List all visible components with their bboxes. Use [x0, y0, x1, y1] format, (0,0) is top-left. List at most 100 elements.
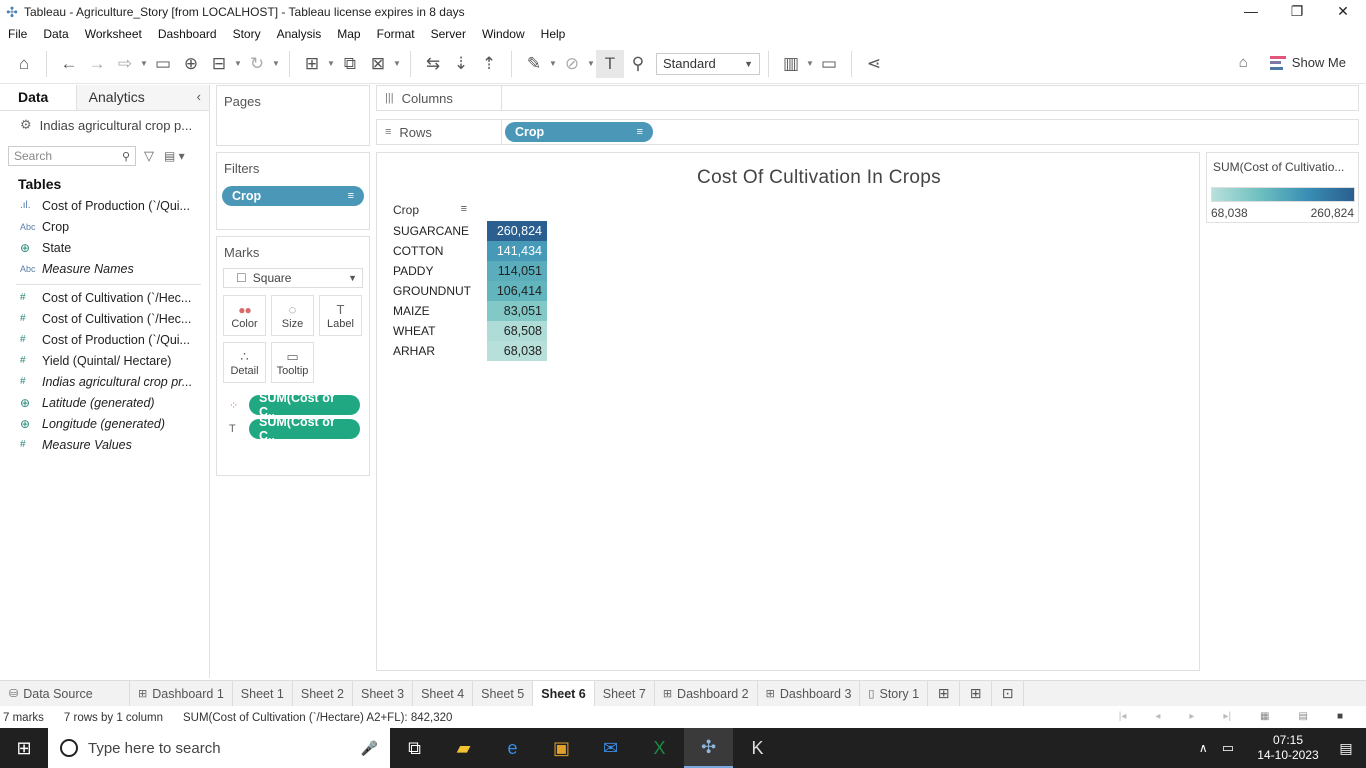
menu-map[interactable]: Map	[329, 27, 368, 41]
chevron-down-icon[interactable]: ▼	[586, 59, 596, 68]
task-view-icon[interactable]: ⧉	[390, 728, 439, 768]
save-icon[interactable]: ▭	[149, 50, 177, 78]
tooltip-button[interactable]: ▭ Tooltip	[271, 342, 314, 383]
last-page-icon[interactable]: ▸|	[1223, 711, 1231, 722]
sheet-tab[interactable]: ⊞ Dashboard 3	[758, 681, 861, 706]
close-button[interactable]: ✕	[1320, 0, 1366, 23]
data-source-item[interactable]: ⚙ Indias agricultural crop p...	[0, 111, 209, 139]
microphone-icon[interactable]: 🎤	[361, 740, 378, 757]
show-labels-icon[interactable]: T	[596, 49, 624, 78]
field-item[interactable]: Abc Crop	[0, 216, 209, 237]
notifications-icon[interactable]: ▤	[1326, 740, 1366, 757]
sheet-tab[interactable]: Sheet 4	[413, 681, 474, 706]
taskbar-clock[interactable]: 07:15 14-10-2023	[1250, 733, 1326, 763]
field-search-input[interactable]: Search ⚲	[8, 146, 136, 166]
sort-ascending-icon[interactable]: ⇣	[447, 50, 475, 78]
heatmap-cell[interactable]: 68,038	[487, 341, 547, 361]
highlighter-icon[interactable]: ⌂	[1239, 54, 1248, 71]
prev-page-icon[interactable]: ◂	[1155, 711, 1160, 722]
new-dashboard-icon[interactable]: ⊞	[960, 681, 993, 706]
chevron-down-icon[interactable]: ▼	[805, 59, 815, 68]
filter-pill-crop[interactable]: Crop ≡	[222, 186, 364, 206]
mail-icon[interactable]: ✉	[586, 728, 635, 768]
field-item[interactable]: # Cost of Cultivation (`/Hec...	[0, 308, 209, 329]
rows-shelf[interactable]: ≡ Rows Crop ≡	[376, 119, 1359, 145]
tableau-taskbar-icon[interactable]: ✣	[684, 728, 733, 768]
replay-icon[interactable]: ⇨	[111, 50, 139, 78]
sheet-tab[interactable]: ⊞ Dashboard 2	[655, 681, 758, 706]
app-taskbar-icon[interactable]: K	[733, 728, 782, 768]
field-item[interactable]: # Measure Values	[0, 434, 209, 455]
field-item[interactable]: # Cost of Production (`/Qui...	[0, 329, 209, 350]
fit-select[interactable]: Standard ▼	[656, 52, 760, 75]
row-label[interactable]: COTTON	[393, 241, 471, 261]
field-item[interactable]: ⊕ Longitude (generated)	[0, 413, 209, 434]
pages-card[interactable]: Pages	[216, 85, 370, 146]
row-label[interactable]: ARHAR	[393, 341, 471, 361]
swap-rows-columns-icon[interactable]: ⇆	[419, 50, 447, 78]
menu-worksheet[interactable]: Worksheet	[77, 27, 150, 41]
row-label[interactable]: PADDY	[393, 261, 471, 281]
duplicate-sheet-icon[interactable]: ⧉	[336, 50, 364, 78]
edge-icon[interactable]: e	[488, 728, 537, 768]
pause-updates-icon[interactable]: ⊟	[205, 50, 233, 78]
label-button[interactable]: T Label	[319, 295, 362, 336]
menu-help[interactable]: Help	[533, 27, 574, 41]
field-item[interactable]: Abc Measure Names	[0, 258, 209, 279]
chevron-down-icon[interactable]: ▼	[271, 59, 281, 68]
chevron-down-icon[interactable]: ▼	[233, 59, 243, 68]
chevron-down-icon[interactable]: ▼	[392, 59, 402, 68]
sheet-tab[interactable]: Sheet 1	[233, 681, 293, 706]
store-icon[interactable]: ▣	[537, 728, 586, 768]
show-me-button[interactable]: ⌂ Show Me	[1239, 54, 1346, 71]
sheet-tab[interactable]: ▯ Story 1	[860, 681, 929, 706]
heatmap-cell[interactable]: 68,508	[487, 321, 547, 341]
restore-button[interactable]: ❐	[1274, 0, 1320, 23]
sheet-tab[interactable]: Sheet 6	[533, 681, 595, 706]
menu-data[interactable]: Data	[35, 27, 76, 41]
collapse-pane-icon[interactable]: ‹	[197, 89, 201, 104]
group-icon[interactable]: ⊘	[558, 50, 586, 78]
field-item[interactable]: # Cost of Cultivation (`/Hec...	[0, 287, 209, 308]
sheet-tab[interactable]: ⛁ Data Source	[0, 681, 130, 706]
sheet-tab[interactable]: Sheet 3	[353, 681, 414, 706]
row-label[interactable]: GROUNDNUT	[393, 281, 471, 301]
color-field-pill[interactable]: SUM(Cost of C..	[249, 391, 360, 419]
next-page-icon[interactable]: ▸	[1189, 711, 1194, 722]
windows-start-icon[interactable]: ⊞	[0, 728, 48, 768]
first-page-icon[interactable]: |◂	[1119, 711, 1127, 722]
tab-analytics[interactable]: Analytics	[76, 85, 209, 110]
new-worksheet-icon[interactable]: ⊞	[928, 681, 961, 706]
undo-icon[interactable]: ←	[55, 50, 83, 78]
grid-view-icon[interactable]: ▦	[1260, 711, 1269, 722]
row-label[interactable]: SUGARCANE	[393, 221, 471, 241]
sheet-tab[interactable]: ⊞ Dashboard 1	[130, 681, 233, 706]
filmstrip-view-icon[interactable]: ▤	[1299, 711, 1308, 722]
sheet-tab[interactable]: Sheet 5	[473, 681, 534, 706]
color-button[interactable]: ●● Color	[223, 295, 266, 336]
battery-icon[interactable]: ▭	[1222, 740, 1234, 756]
minimize-button[interactable]: —	[1228, 0, 1274, 23]
menu-analysis[interactable]: Analysis	[269, 27, 330, 41]
show-cards-icon[interactable]: ▥	[777, 50, 805, 78]
heatmap-cell[interactable]: 260,824	[487, 221, 547, 241]
field-item[interactable]: ⊕ Latitude (generated)	[0, 392, 209, 413]
chevron-down-icon[interactable]: ▼	[139, 59, 149, 68]
heatmap-cell[interactable]: 106,414	[487, 281, 547, 301]
tab-data[interactable]: Data	[0, 85, 77, 110]
rows-pill-crop[interactable]: Crop ≡	[505, 122, 653, 142]
highlight-icon[interactable]: ✎	[520, 50, 548, 78]
row-label[interactable]: MAIZE	[393, 301, 471, 321]
mark-type-select[interactable]: ☐ Square ▼	[223, 268, 363, 288]
chevron-down-icon[interactable]: ▼	[326, 59, 336, 68]
tab-view-icon[interactable]: ■	[1337, 711, 1343, 722]
chevron-down-icon[interactable]: ▼	[548, 59, 558, 68]
new-story-icon[interactable]: ⊡	[992, 681, 1025, 706]
menu-window[interactable]: Window	[474, 27, 533, 41]
columns-shelf[interactable]: ||| Columns	[376, 85, 1359, 111]
row-header[interactable]: Crop ≡	[393, 203, 543, 217]
color-legend[interactable]: SUM(Cost of Cultivatio... 68,038 260,824	[1206, 152, 1359, 223]
refresh-icon[interactable]: ↻	[243, 50, 271, 78]
sort-descending-icon[interactable]: ⇡	[475, 50, 503, 78]
filters-card[interactable]: Filters Crop ≡	[216, 152, 370, 230]
